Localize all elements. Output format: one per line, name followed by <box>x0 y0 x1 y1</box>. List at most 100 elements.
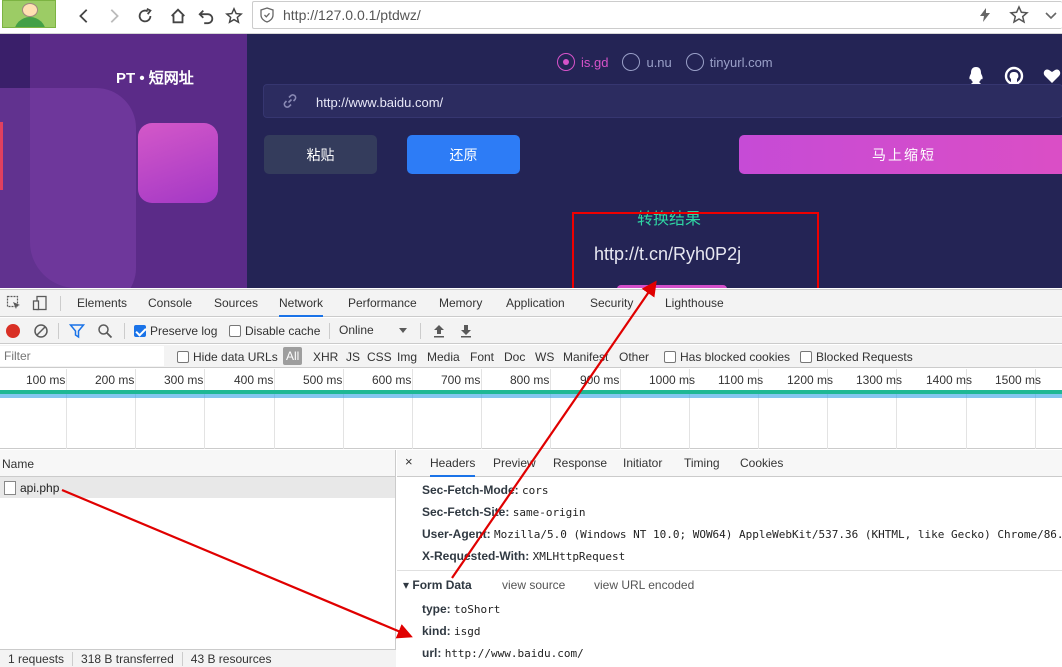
disable-cache-checkbox[interactable]: Disable cache <box>229 324 320 338</box>
long-url-input[interactable] <box>316 92 916 112</box>
avatar-head <box>22 3 38 17</box>
back-button[interactable] <box>72 4 96 28</box>
filter-type-media[interactable]: Media <box>427 350 460 364</box>
timeline-tick-label: 300 ms <box>164 373 204 387</box>
tab-memory[interactable]: Memory <box>439 296 482 310</box>
short-url-result[interactable]: http://t.cn/Ryh0P2j <box>594 244 741 265</box>
tab-security[interactable]: Security <box>590 296 633 310</box>
file-icon <box>4 480 16 495</box>
home-button[interactable] <box>166 4 190 28</box>
network-timeline[interactable]: 100 ms 200 ms 300 ms 400 ms 500 ms 600 ms 700 … <box>0 369 1062 449</box>
filter-input[interactable] <box>0 346 164 366</box>
filter-type-ws[interactable]: WS <box>535 350 554 364</box>
filter-type-xhr[interactable]: XHR <box>313 350 338 364</box>
filter-type-manifest[interactable]: Manifest <box>563 350 608 364</box>
restore-button[interactable]: 还原 <box>407 135 520 174</box>
header-value: cors <box>522 484 549 497</box>
filter-type-font[interactable]: Font <box>470 350 494 364</box>
clear-icon[interactable] <box>33 323 49 339</box>
request-row[interactable]: api.php <box>0 477 395 498</box>
tab-sources[interactable]: Sources <box>214 296 258 310</box>
request-detail: × Headers Preview Response Initiator Tim… <box>397 450 1062 667</box>
address-input[interactable] <box>283 5 883 25</box>
divider <box>420 323 421 339</box>
filter-type-doc[interactable]: Doc <box>504 350 525 364</box>
request-count: 1 requests <box>0 652 74 666</box>
blocked-requests-checkbox[interactable]: Blocked Requests <box>800 350 913 364</box>
undo-button[interactable] <box>194 4 218 28</box>
detail-tab-timing[interactable]: Timing <box>684 456 720 470</box>
download-icon[interactable] <box>458 323 474 339</box>
forward-button[interactable] <box>102 4 126 28</box>
tab-performance[interactable]: Performance <box>348 296 417 310</box>
decorative-shape <box>0 88 136 288</box>
preserve-log-checkbox[interactable]: Preserve log <box>134 324 217 338</box>
view-source-link[interactable]: view source <box>502 578 565 592</box>
lightning-icon[interactable] <box>977 7 993 23</box>
record-icon[interactable] <box>6 324 20 338</box>
bookmark-star-icon[interactable] <box>1009 5 1029 25</box>
detail-tab-initiator[interactable]: Initiator <box>623 456 662 470</box>
address-bar[interactable] <box>252 1 1062 29</box>
filter-funnel-icon[interactable] <box>69 323 85 339</box>
page-sidebar: PT • 短网址 <box>0 34 247 288</box>
timeline-tick-label: 100 ms <box>26 373 66 387</box>
filter-type-img[interactable]: Img <box>397 350 417 364</box>
chevron-down-icon[interactable] <box>1043 7 1059 23</box>
service-option-unu[interactable]: u.nu <box>622 53 672 71</box>
checkbox-icon <box>229 325 241 337</box>
heart-icon[interactable] <box>1042 66 1062 86</box>
browser-toolbar <box>0 0 1062 34</box>
favorite-button[interactable] <box>222 4 246 28</box>
form-data-section-toggle[interactable]: ▾ Form Data <box>403 578 472 592</box>
user-avatar[interactable] <box>2 0 56 28</box>
detail-tab-cookies[interactable]: Cookies <box>740 456 783 470</box>
device-toolbar-icon[interactable] <box>32 295 48 311</box>
github-icon[interactable] <box>1004 66 1024 86</box>
view-url-encoded-link[interactable]: view URL encoded <box>594 578 694 592</box>
timeline-tick-label: 1200 ms <box>787 373 834 387</box>
filter-type-css[interactable]: CSS <box>367 350 392 364</box>
filter-type-js[interactable]: JS <box>346 350 360 364</box>
inspect-element-icon[interactable] <box>6 295 22 311</box>
timeline-tick-label: 1500 ms <box>995 373 1042 387</box>
transferred-size: 318 B transferred <box>73 652 183 666</box>
detail-tab-preview[interactable]: Preview <box>493 456 536 470</box>
detail-tab-response[interactable]: Response <box>553 456 607 470</box>
devtools-tabbar: Elements Console Sources Network Perform… <box>0 290 1062 317</box>
service-label: u.nu <box>646 54 672 70</box>
timeline-tick-label: 600 ms <box>372 373 412 387</box>
service-option-isgd[interactable]: is.gd <box>557 53 608 71</box>
paste-button[interactable]: 粘贴 <box>264 135 377 174</box>
search-icon[interactable] <box>97 323 113 339</box>
has-blocked-cookies-checkbox[interactable]: Has blocked cookies <box>664 350 790 364</box>
reload-button[interactable] <box>133 4 157 28</box>
qq-penguin-icon[interactable] <box>966 66 986 86</box>
service-option-tinyurl[interactable]: tinyurl.com <box>685 53 773 71</box>
tab-console[interactable]: Console <box>148 296 192 310</box>
header-key: Sec-Fetch-Mode: <box>422 483 519 497</box>
dropdown-arrow-icon[interactable] <box>398 325 408 335</box>
header-row: Sec-Fetch-Mode: cors <box>422 483 549 497</box>
detail-tab-headers[interactable]: Headers <box>430 456 476 477</box>
upload-icon[interactable] <box>431 323 447 339</box>
filter-type-all[interactable]: All <box>283 347 303 365</box>
checkbox-checked-icon <box>134 325 146 337</box>
tab-elements[interactable]: Elements <box>77 296 127 310</box>
tab-lighthouse[interactable]: Lighthouse <box>665 296 724 310</box>
filter-type-other[interactable]: Other <box>619 350 649 364</box>
detail-tabbar: × Headers Preview Response Initiator Tim… <box>397 450 1062 477</box>
shorten-button[interactable]: 马上缩短 <box>739 135 1062 174</box>
tab-application[interactable]: Application <box>506 296 565 310</box>
column-header-name[interactable]: Name <box>0 450 395 477</box>
throttle-select[interactable]: Online <box>339 323 374 337</box>
timeline-tick-label: 200 ms <box>95 373 135 387</box>
close-detail-button[interactable]: × <box>405 454 413 469</box>
avatar-body <box>14 17 46 27</box>
copy-button[interactable] <box>617 285 727 288</box>
hide-data-urls-checkbox[interactable]: Hide data URLs <box>177 350 278 364</box>
service-label: is.gd <box>581 54 609 70</box>
long-url-field[interactable] <box>263 84 1062 118</box>
undo-icon <box>198 9 214 25</box>
tab-network[interactable]: Network <box>279 296 324 317</box>
